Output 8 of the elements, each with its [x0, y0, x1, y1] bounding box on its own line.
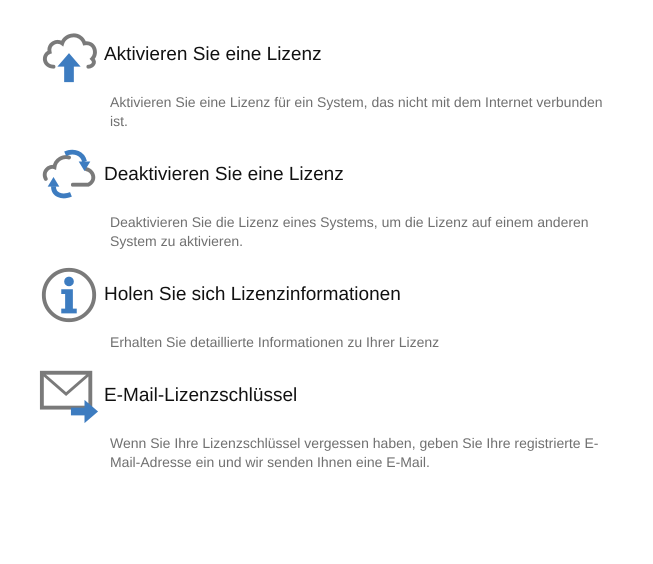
option-description: Deaktivieren Sie die Lizenz eines Systems, um die Lizenz auf einem anderen System zu aktivieren.: [110, 213, 590, 251]
option-title[interactable]: E-Mail-Lizenzschlüssel: [104, 385, 298, 407]
option-title[interactable]: Deaktivieren Sie eine Lizenz: [104, 164, 344, 186]
option-description: Erhalten Sie detaillierte Informationen zu Ihrer Lizenz: [110, 333, 440, 352]
option-title[interactable]: Holen Sie sich Lizenzinformationen: [104, 284, 401, 306]
option-title[interactable]: Aktivieren Sie eine Lizenz: [104, 44, 322, 66]
option-description: Wenn Sie Ihre Lizenzschlüssel vergessen haben, geben Sie Ihre registrierte E-Mail-Adresse ein und wir senden Ihnen eine E-Mail.: [110, 434, 600, 472]
option-description: Aktivieren Sie eine Lizenz für ein System, das nicht mit dem Internet verbunden ist.: [110, 93, 604, 131]
